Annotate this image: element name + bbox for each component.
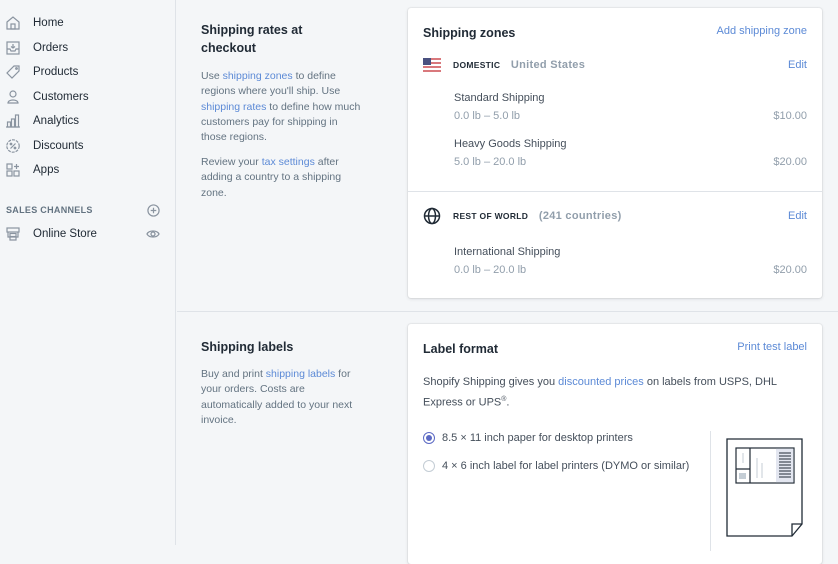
text: . (506, 396, 510, 409)
sales-channels-heading: SALES CHANNELS (6, 205, 93, 215)
rate-price: $20.00 (773, 264, 807, 276)
sidebar-item-label: Orders (33, 42, 69, 54)
card-title: Shipping zones (423, 26, 516, 40)
sidebar-item-home[interactable]: Home (0, 11, 176, 35)
store-icon (4, 225, 22, 243)
edit-rest-of-world-zone-link[interactable]: Edit (788, 210, 807, 222)
eye-icon (146, 230, 160, 238)
shipping-zones-card: Shipping zones Add shipping zone DOMESTI… (408, 8, 822, 298)
sidebar: Home Orders Products Customers Analytics… (0, 0, 176, 545)
card-title: Label format (423, 342, 499, 356)
sidebar-item-label: Discounts (33, 140, 84, 152)
zone-name: REST OF WORLD (241 countries) (453, 210, 622, 222)
view-online-store-button[interactable] (145, 226, 161, 242)
person-icon (4, 88, 22, 106)
add-shipping-zone-link[interactable]: Add shipping zone (716, 25, 807, 37)
rate-name: Heavy Goods Shipping (454, 138, 567, 150)
shipping-labels-title: Shipping labels (201, 340, 294, 354)
sidebar-item-label: Online Store (33, 228, 97, 240)
add-sales-channel-button[interactable] (145, 202, 161, 218)
sidebar-item-label: Apps (33, 164, 60, 176)
edit-domestic-zone-link[interactable]: Edit (788, 59, 807, 71)
sidebar-item-products[interactable]: Products (0, 60, 176, 84)
rate-name: Standard Shipping (454, 92, 545, 104)
radio-button[interactable] (423, 432, 435, 444)
label-option-letter-paper[interactable]: 8.5 × 11 inch paper for desktop printers (423, 432, 633, 444)
text: Buy and print (201, 368, 266, 380)
tax-settings-description: Review your tax settings after adding a … (201, 155, 361, 201)
discount-icon (4, 137, 22, 155)
sidebar-item-orders[interactable]: Orders (0, 36, 176, 60)
us-flag-icon (423, 58, 441, 72)
label-format-card: Label format Print test label Shopify Sh… (408, 324, 822, 564)
plus-circle-icon (146, 203, 160, 217)
label-option-4x6-label[interactable]: 4 × 6 inch label for label printers (DYM… (423, 460, 689, 472)
text: Use (201, 70, 223, 82)
sidebar-item-label: Analytics (33, 115, 80, 127)
zone-name-text: REST OF WORLD (453, 211, 529, 221)
sidebar-item-label: Customers (33, 91, 89, 103)
sidebar-item-label: Products (33, 66, 79, 78)
shipping-rates-title: Shipping rates at checkout (201, 23, 303, 55)
zone-name-text: DOMESTIC (453, 60, 501, 70)
section-divider (177, 311, 838, 312)
shipping-rates-description: Use shipping zones to define regions whe… (201, 69, 361, 145)
globe-icon (423, 207, 441, 225)
shipping-labels-description: Buy and print shipping labels for your o… (201, 367, 361, 428)
home-icon (4, 14, 22, 32)
tag-icon (4, 63, 22, 81)
zone-countries: (241 countries) (538, 210, 622, 222)
sidebar-item-customers[interactable]: Customers (0, 85, 176, 109)
sidebar-item-analytics[interactable]: Analytics (0, 109, 176, 133)
rate-name: International Shipping (454, 246, 561, 258)
tax-settings-link[interactable]: tax settings (262, 156, 315, 168)
bar-chart-icon (4, 112, 22, 130)
shipping-zones-link[interactable]: shipping zones (223, 70, 293, 82)
zone-domestic-header: DOMESTIC United States Edit (423, 56, 807, 74)
label-format-description: Shopify Shipping gives you discounted pr… (423, 373, 803, 412)
shipping-labels-link[interactable]: shipping labels (266, 368, 335, 380)
rate-range: 0.0 lb – 20.0 lb (454, 264, 527, 276)
radio-label: 8.5 × 11 inch paper for desktop printers (442, 432, 633, 444)
radio-label: 4 × 6 inch label for label printers (DYM… (442, 460, 690, 472)
orders-icon (4, 39, 22, 57)
sidebar-item-label: Home (33, 17, 64, 29)
sidebar-item-apps[interactable]: Apps (0, 158, 176, 182)
zone-rest-of-world-header: REST OF WORLD (241 countries) Edit (423, 207, 807, 225)
zone-name: DOMESTIC United States (453, 59, 585, 71)
radio-button[interactable] (423, 460, 435, 472)
apps-icon (4, 161, 22, 179)
rate-price: $10.00 (773, 110, 807, 122)
rate-range: 0.0 lb – 5.0 lb (454, 110, 521, 122)
sidebar-item-discounts[interactable]: Discounts (0, 134, 176, 158)
rate-range: 5.0 lb – 20.0 lb (454, 156, 527, 168)
shipping-rates-link[interactable]: shipping rates (201, 101, 266, 113)
zone-countries: United States (510, 59, 586, 71)
preview-separator (710, 431, 711, 551)
print-test-label-link[interactable]: Print test label (737, 341, 807, 353)
rate-price: $20.00 (773, 156, 807, 168)
discounted-prices-link[interactable]: discounted prices (558, 376, 644, 388)
label-preview-illustration (726, 438, 803, 537)
zone-separator (408, 191, 822, 192)
text: Review your (201, 156, 262, 168)
text: Shopify Shipping gives you (423, 376, 559, 388)
